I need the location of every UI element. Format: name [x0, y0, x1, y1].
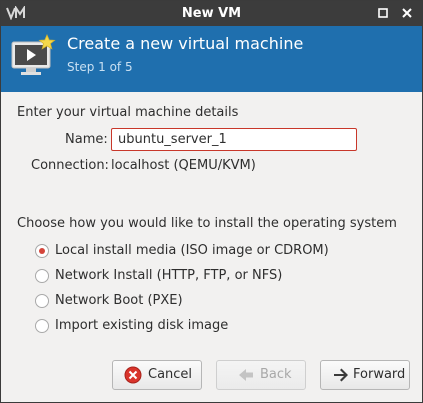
forward-button[interactable]: Forward [320, 360, 410, 390]
new-vm-monitor-icon [11, 34, 56, 75]
back-button[interactable]: Back [216, 360, 306, 390]
maximize-icon[interactable] [376, 6, 390, 20]
radio-label[interactable]: Local install media (ISO image or CDROM) [55, 243, 329, 258]
cancel-icon [124, 366, 142, 384]
cancel-label: Cancel [148, 367, 193, 382]
radio-label[interactable]: Network Boot (PXE) [55, 293, 183, 308]
radio-button[interactable] [35, 294, 49, 308]
back-label: Back [260, 367, 292, 382]
window-title: New VM [181, 6, 242, 21]
wizard-title: Create a new virtual machine [67, 34, 304, 53]
forward-label: Forward [353, 367, 406, 382]
cancel-button[interactable]: Cancel [112, 360, 202, 390]
radio-button[interactable] [35, 244, 49, 258]
details-heading: Enter your virtual machine details [17, 105, 239, 120]
radio-button[interactable] [35, 269, 49, 283]
back-arrow-icon [239, 369, 253, 381]
connection-label: Connection: [31, 158, 109, 173]
forward-arrow-icon [334, 368, 348, 382]
install-heading: Choose how you would like to install the… [17, 216, 397, 231]
title-bar[interactable]: New VM [1, 1, 422, 26]
connection-value: localhost (QEMU/KVM) [111, 158, 256, 173]
name-label: Name: [65, 132, 108, 147]
radio-label[interactable]: Network Install (HTTP, FTP, or NFS) [55, 268, 282, 283]
wizard-header: Create a new virtual machine Step 1 of 5 [1, 26, 422, 92]
wizard-step: Step 1 of 5 [67, 60, 133, 74]
radio-label[interactable]: Import existing disk image [55, 318, 228, 333]
radio-button[interactable] [35, 319, 49, 333]
close-icon[interactable] [400, 6, 414, 20]
new-vm-dialog: New VM Create a new virtual machine Step… [0, 0, 423, 403]
vm-name-input[interactable] [111, 128, 357, 151]
